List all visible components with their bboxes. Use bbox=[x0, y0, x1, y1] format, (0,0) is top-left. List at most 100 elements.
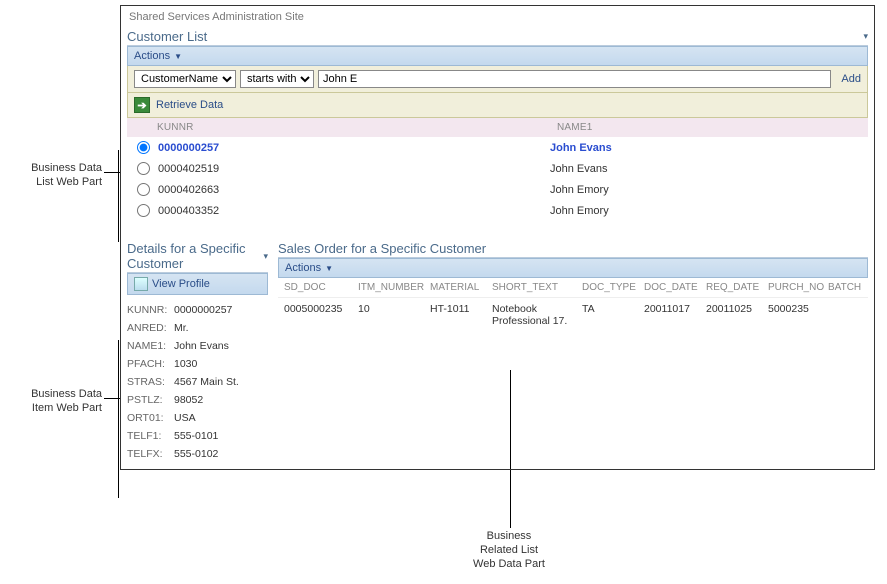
detail-value: 1030 bbox=[174, 358, 197, 370]
view-profile-link[interactable]: View Profile bbox=[152, 278, 210, 290]
detail-key: STRAS: bbox=[127, 376, 171, 388]
so-header-row: SD_DOC ITM_NUMBER MATERIAL SHORT_TEXT DO… bbox=[278, 278, 868, 298]
table-row[interactable]: 0000403352 John Emory bbox=[127, 200, 868, 221]
col-header-kunnr[interactable]: KUNNR bbox=[157, 122, 557, 133]
table-row[interactable]: 0000402519 John Evans bbox=[127, 158, 868, 179]
cell-name1: John Emory bbox=[550, 205, 862, 217]
view-profile-bar: View Profile bbox=[127, 273, 268, 295]
so-cell bbox=[824, 303, 866, 327]
detail-value: 555-0102 bbox=[174, 448, 218, 460]
detail-key: ANRED: bbox=[127, 322, 171, 334]
so-col[interactable]: REQ_DATE bbox=[702, 282, 764, 293]
chevron-down-icon[interactable]: ▼ bbox=[174, 52, 182, 61]
annotation-bracket bbox=[118, 150, 119, 242]
filter-add-link[interactable]: Add bbox=[835, 73, 861, 85]
detail-value: Mr. bbox=[174, 322, 189, 334]
row-radio[interactable] bbox=[137, 183, 150, 196]
row-radio[interactable] bbox=[137, 141, 150, 154]
main-panel: Shared Services Administration Site Cust… bbox=[120, 5, 875, 470]
detail-value: USA bbox=[174, 412, 196, 424]
detail-key: NAME1: bbox=[127, 340, 171, 352]
detail-field: NAME1:John Evans bbox=[127, 337, 268, 355]
detail-key: PSTLZ: bbox=[127, 394, 171, 406]
customer-list-title: Customer List bbox=[127, 29, 207, 44]
so-actions-menu[interactable]: Actions bbox=[285, 262, 321, 274]
detail-key: TELFX: bbox=[127, 448, 171, 460]
so-col[interactable]: DOC_DATE bbox=[640, 282, 702, 293]
cell-kunnr: 0000403352 bbox=[158, 205, 550, 217]
detail-key: PFACH: bbox=[127, 358, 171, 370]
detail-value: 4567 Main St. bbox=[174, 376, 239, 388]
sales-order-actions-bar: Actions ▼ bbox=[278, 258, 868, 278]
details-menu-icon[interactable]: ▾ bbox=[263, 251, 268, 262]
so-cell: 0005000235 bbox=[280, 303, 354, 327]
retrieve-icon[interactable]: ➔ bbox=[134, 97, 150, 113]
so-cell: TA bbox=[578, 303, 640, 327]
details-fields: KUNNR:0000000257 ANRED:Mr. NAME1:John Ev… bbox=[127, 295, 268, 463]
so-cell: HT-1011 bbox=[426, 303, 488, 327]
cell-name1: John Evans bbox=[550, 142, 862, 154]
actions-menu[interactable]: Actions bbox=[134, 50, 170, 62]
site-title: Shared Services Administration Site bbox=[127, 9, 868, 27]
row-radio[interactable] bbox=[137, 204, 150, 217]
cell-kunnr: 0000402519 bbox=[158, 163, 550, 175]
cell-name1: John Emory bbox=[550, 184, 862, 196]
so-cell: 10 bbox=[354, 303, 426, 327]
retrieve-bar: ➔ Retrieve Data bbox=[127, 93, 868, 118]
sales-order-web-part: Sales Order for a Specific Customer Acti… bbox=[278, 239, 868, 463]
detail-key: ORT01: bbox=[127, 412, 171, 424]
so-cell: 20011025 bbox=[702, 303, 764, 327]
detail-field: TELF1:555-0101 bbox=[127, 427, 268, 445]
so-cell: Notebook Professional 17. bbox=[488, 303, 578, 327]
sales-order-title-bar: Sales Order for a Specific Customer bbox=[278, 239, 868, 258]
customer-list-menu-icon[interactable]: ▾ bbox=[863, 31, 868, 42]
so-col[interactable]: PURCH_NO bbox=[764, 282, 824, 293]
detail-value: 0000000257 bbox=[174, 304, 232, 316]
detail-field: ORT01:USA bbox=[127, 409, 268, 427]
filter-value-input[interactable] bbox=[318, 70, 831, 88]
so-col[interactable]: ITM_NUMBER bbox=[354, 282, 426, 293]
detail-field: PFACH:1030 bbox=[127, 355, 268, 373]
customer-list-actions-bar: Actions ▼ bbox=[127, 46, 868, 66]
detail-value: 98052 bbox=[174, 394, 203, 406]
so-cell: 20011017 bbox=[640, 303, 702, 327]
detail-key: TELF1: bbox=[127, 430, 171, 442]
cell-kunnr[interactable]: 0000000257 bbox=[158, 142, 550, 154]
sales-order-title: Sales Order for a Specific Customer bbox=[278, 241, 486, 256]
so-col[interactable]: SHORT_TEXT bbox=[488, 282, 578, 293]
chevron-down-icon[interactable]: ▼ bbox=[325, 264, 333, 273]
annotation-bd-list: Business DataList Web Part bbox=[6, 162, 102, 190]
filter-bar: CustomerName starts with Add bbox=[127, 66, 868, 93]
profile-icon bbox=[134, 277, 148, 291]
filter-operator-select[interactable]: starts with bbox=[240, 70, 314, 88]
so-col[interactable]: MATERIAL bbox=[426, 282, 488, 293]
cell-kunnr: 0000402663 bbox=[158, 184, 550, 196]
annotation-bd-item: Business DataItem Web Part bbox=[6, 388, 102, 416]
detail-field: TELFX:555-0102 bbox=[127, 445, 268, 463]
detail-value: John Evans bbox=[174, 340, 229, 352]
detail-field: PSTLZ:98052 bbox=[127, 391, 268, 409]
annotation-bd-related: BusinessRelated ListWeb Data Part bbox=[461, 530, 557, 571]
filter-field-select[interactable]: CustomerName bbox=[134, 70, 236, 88]
so-col[interactable]: BATCH bbox=[824, 282, 866, 293]
so-col[interactable]: DOC_TYPE bbox=[578, 282, 640, 293]
detail-key: KUNNR: bbox=[127, 304, 171, 316]
detail-field: KUNNR:0000000257 bbox=[127, 301, 268, 319]
annotation-bracket bbox=[118, 340, 119, 498]
lower-container: Details for a Specific Customer ▾ View P… bbox=[127, 239, 868, 463]
col-header-name1[interactable]: NAME1 bbox=[557, 122, 862, 133]
detail-field: ANRED:Mr. bbox=[127, 319, 268, 337]
customer-list-title-bar: Customer List ▾ bbox=[127, 27, 868, 46]
row-radio[interactable] bbox=[137, 162, 150, 175]
so-cell: 5000235 bbox=[764, 303, 824, 327]
so-data-row[interactable]: 0005000235 10 HT-1011 Notebook Professio… bbox=[278, 298, 868, 332]
table-row[interactable]: 0000402663 John Emory bbox=[127, 179, 868, 200]
table-row[interactable]: 0000000257 John Evans bbox=[127, 137, 868, 158]
customer-grid-header: KUNNR NAME1 bbox=[127, 118, 868, 137]
cell-name1: John Evans bbox=[550, 163, 862, 175]
so-col[interactable]: SD_DOC bbox=[280, 282, 354, 293]
retrieve-data-link[interactable]: Retrieve Data bbox=[156, 99, 223, 111]
details-title: Details for a Specific Customer bbox=[127, 241, 263, 271]
details-title-bar: Details for a Specific Customer ▾ bbox=[127, 239, 268, 273]
details-web-part: Details for a Specific Customer ▾ View P… bbox=[127, 239, 268, 463]
